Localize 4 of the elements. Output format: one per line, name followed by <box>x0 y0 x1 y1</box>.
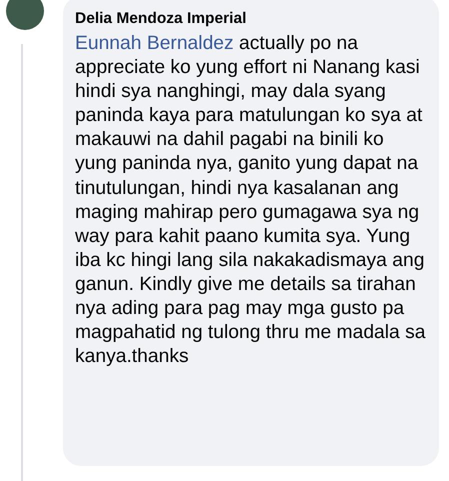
comment-text: Eunnah Bernaldez actually po na appreciate ko yung effort ni Nanang kasi hindi sya nanghingi, may dala syang paninda kaya para matulungan ko sya at makauwi na dahil pagabi na binili ko yung paninda nya, ganito yung dapat na tinutulungan, hindi nya kasalanan ang maging mahirap pero gumagawa sya ng way para kahit paano kumita sya. Yung iba kc hingi lang sila nakakadismaya ang ganun. Kindly give me details sa tirahan nya ading para pag may mga gusto pa magpahatid ng tulong thru me madala sa kanya.thanks <box>75 32 426 370</box>
mention-link[interactable]: Eunnah Bernaldez <box>75 33 234 54</box>
comment-author[interactable]: Delia Mendoza Imperial <box>75 10 427 28</box>
avatar-circle[interactable] <box>6 0 44 30</box>
